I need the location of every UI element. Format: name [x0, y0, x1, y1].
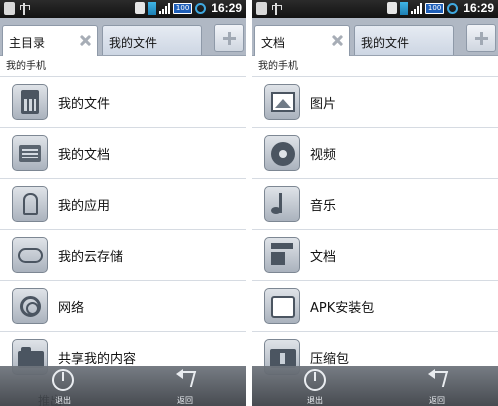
close-icon[interactable] — [332, 35, 343, 46]
list-item[interactable]: 我的文件 — [0, 76, 246, 127]
list-item[interactable]: 文档 — [252, 229, 498, 280]
signal-icon — [410, 2, 422, 14]
apk-package-icon — [264, 288, 300, 324]
list-item-label: 文档 — [310, 249, 337, 265]
bottom-bar: 退出 返回 — [252, 366, 498, 406]
tab-label: 我的文件 — [361, 36, 410, 50]
tab-my-files[interactable]: 我的文件 — [354, 25, 454, 55]
list-item[interactable]: 我的文档 — [0, 127, 246, 178]
power-icon — [52, 369, 74, 391]
tab-label: 主目录 — [9, 36, 46, 50]
tab-bar: 文档 我的文件 — [252, 18, 498, 56]
back-button[interactable]: 返回 — [160, 369, 210, 405]
cloud-icon — [12, 237, 48, 273]
close-icon[interactable] — [80, 35, 91, 46]
bottom-bar: 退出 返回 — [0, 366, 246, 406]
section-header: 我的手机 — [252, 57, 498, 76]
list-item-label: 我的文件 — [58, 96, 111, 112]
partial-list-item-label: 推出 — [38, 394, 63, 406]
list-item[interactable]: 视频 — [252, 127, 498, 178]
list-item[interactable]: 我的云存储 — [0, 229, 246, 280]
list-item-label: 视频 — [310, 147, 337, 163]
sim-icon — [386, 2, 397, 14]
back-button[interactable]: 返回 — [412, 369, 462, 405]
sim-icon — [134, 2, 145, 14]
left-screen: 100 16:29 主目录 我的文件 我的手机 我的文件 我的文档 我的应用 我… — [0, 0, 246, 406]
list-item[interactable]: 网络 — [0, 280, 246, 331]
list-item[interactable]: 音乐 — [252, 178, 498, 229]
tab-label: 我的文件 — [109, 36, 158, 50]
list-item[interactable]: 我的应用 — [0, 178, 246, 229]
list-item-label: 压缩包 — [310, 351, 350, 367]
word-document-icon — [264, 237, 300, 273]
back-label: 返回 — [177, 396, 193, 405]
back-arrow-icon — [426, 369, 448, 391]
status-time: 16:29 — [211, 1, 242, 15]
list-item-label: 网络 — [58, 300, 85, 316]
battery-icon: 100 — [424, 2, 445, 14]
list-item[interactable]: APK安装包 — [252, 280, 498, 331]
list-item-label: 音乐 — [310, 198, 337, 214]
android-notification-icon — [4, 2, 15, 15]
battery-icon: 100 — [172, 2, 193, 14]
network-icon — [12, 288, 48, 324]
status-bar: 100 16:29 — [0, 0, 246, 18]
tab-my-files[interactable]: 我的文件 — [102, 25, 202, 55]
alarm-icon — [447, 2, 459, 14]
image-icon — [264, 84, 300, 120]
list-item-label: 图片 — [310, 96, 337, 112]
category-list: 图片 视频 音乐 文档 APK安装包 压缩包 — [252, 76, 498, 382]
section-header: 我的手机 — [0, 57, 246, 76]
music-note-icon — [264, 186, 300, 222]
list-item-label: APK安装包 — [310, 300, 375, 316]
alarm-icon — [195, 2, 207, 14]
back-label: 返回 — [429, 396, 445, 405]
list-item-label: 共享我的内容 — [58, 351, 137, 367]
list-item-label: 我的云存储 — [58, 249, 124, 265]
add-tab-button[interactable] — [214, 24, 244, 52]
tab-home[interactable]: 主目录 — [2, 25, 98, 56]
status-bar: 100 16:29 — [252, 0, 498, 18]
android-notification-icon — [256, 2, 267, 15]
tab-label: 文档 — [261, 36, 286, 50]
android-icon — [12, 186, 48, 222]
right-screen: 100 16:29 文档 我的文件 我的手机 图片 视频 音乐 文档 APK安装… — [252, 0, 498, 406]
bookmark-icon — [399, 1, 408, 15]
tab-documents[interactable]: 文档 — [254, 25, 350, 56]
back-arrow-icon — [174, 369, 196, 391]
add-tab-button[interactable] — [466, 24, 496, 52]
category-list: 我的文件 我的文档 我的应用 我的云存储 网络 共享我的内容 — [0, 76, 246, 382]
list-item[interactable]: 图片 — [252, 76, 498, 127]
document-box-icon — [12, 135, 48, 171]
exit-label: 退出 — [307, 396, 323, 405]
status-time: 16:29 — [463, 1, 494, 15]
tab-bar: 主目录 我的文件 — [0, 18, 246, 56]
calculator-icon — [12, 84, 48, 120]
usb-icon — [271, 2, 282, 15]
film-reel-icon — [264, 135, 300, 171]
signal-icon — [158, 2, 170, 14]
list-item-label: 我的应用 — [58, 198, 111, 214]
exit-button[interactable]: 退出 — [290, 369, 340, 405]
power-icon — [304, 369, 326, 391]
usb-icon — [19, 2, 30, 15]
list-item-label: 我的文档 — [58, 147, 111, 163]
bookmark-icon — [147, 1, 156, 15]
